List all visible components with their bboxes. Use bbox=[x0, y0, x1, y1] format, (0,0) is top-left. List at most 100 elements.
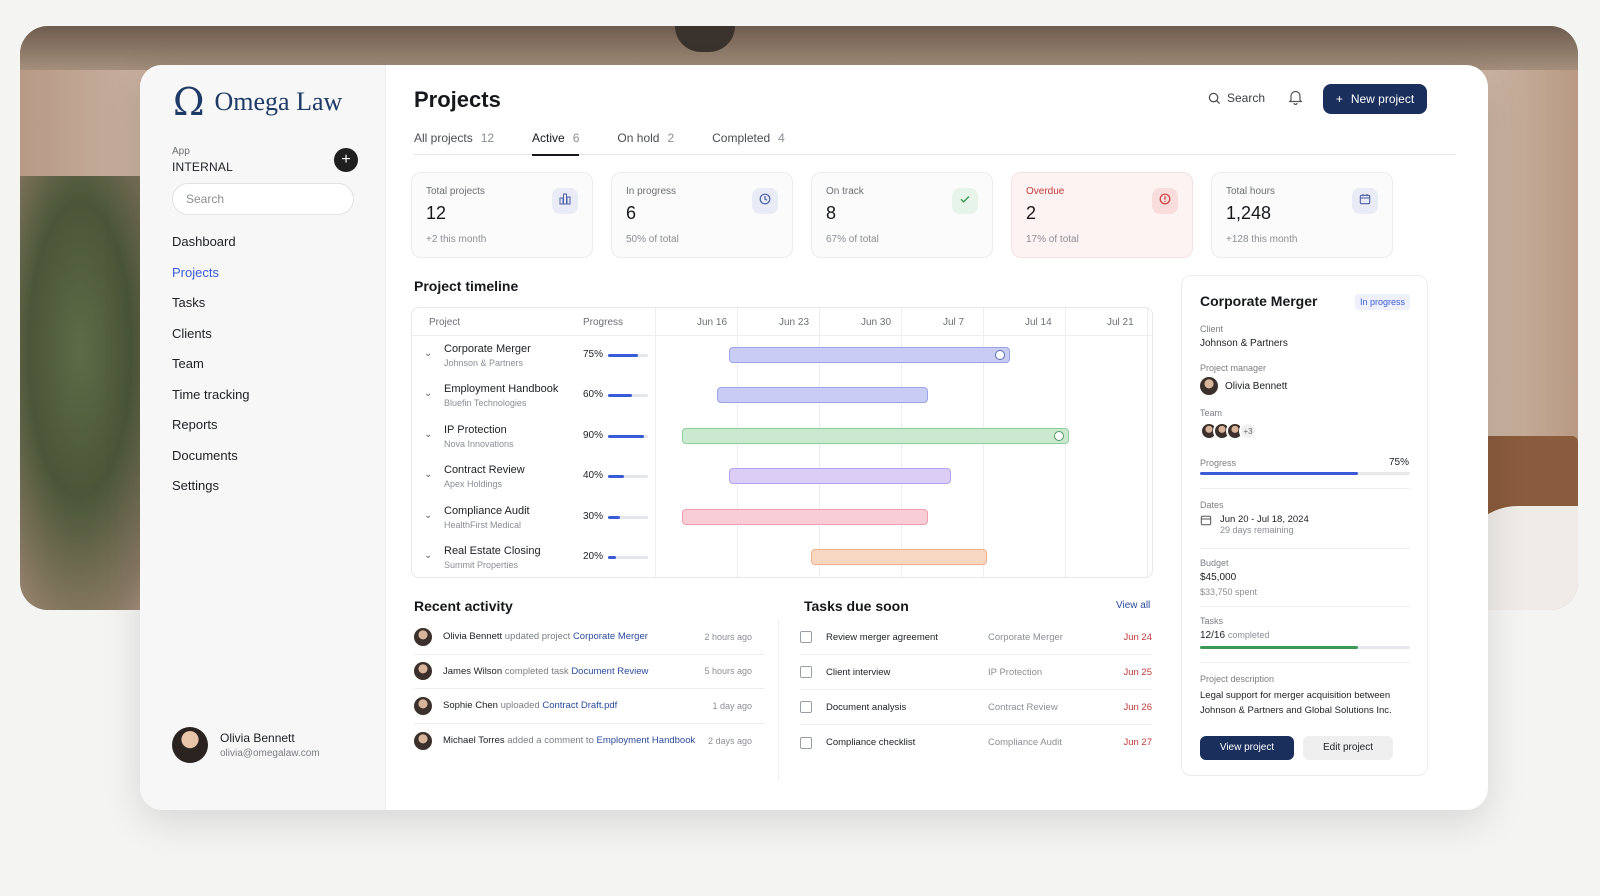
sidebar-item-tasks[interactable]: Tasks bbox=[172, 294, 250, 325]
sidebar-item-reports[interactable]: Reports bbox=[172, 416, 250, 447]
timeline-bar-handle[interactable] bbox=[994, 350, 1005, 360]
app-name[interactable]: INTERNAL bbox=[172, 160, 233, 174]
activity-verb: updated project bbox=[504, 631, 571, 643]
recent-activity-list: Olivia Bennett updated project Corporate… bbox=[414, 620, 764, 758]
tab-completed[interactable]: Completed 4 bbox=[712, 129, 785, 155]
timeline-row[interactable]: ⌄ Employment Handbook Bluefin Technologies… bbox=[412, 376, 655, 416]
logo-text: Omega Law bbox=[214, 87, 343, 116]
activity-item[interactable]: Olivia Bennett updated project Corporate… bbox=[414, 620, 764, 655]
view-project-button[interactable]: View project bbox=[1200, 736, 1294, 760]
activity-item[interactable]: Michael Torres added a comment to Employ… bbox=[414, 724, 764, 759]
sidebar-item-documents[interactable]: Documents bbox=[172, 447, 250, 478]
tab-label: Active bbox=[532, 131, 565, 145]
avatar bbox=[414, 627, 432, 646]
task-checkbox[interactable] bbox=[800, 666, 812, 678]
detail-pm[interactable]: Olivia Bennett bbox=[1200, 377, 1287, 395]
logo[interactable]: Ω Omega Law bbox=[173, 83, 342, 121]
timeline-row[interactable]: ⌄ Compliance Audit HealthFirst Medical 30% bbox=[412, 498, 655, 538]
team-avatars[interactable]: +3 bbox=[1200, 422, 1257, 440]
timeline-week-label: Jun 23 bbox=[779, 317, 810, 328]
new-project-button[interactable]: + New project bbox=[1323, 84, 1427, 114]
timeline-project-client: Summit Properties bbox=[444, 560, 519, 570]
sidebar-nav: Dashboard Projects Tasks Clients Team Ti… bbox=[172, 233, 250, 508]
tab-active[interactable]: Active 6 bbox=[532, 129, 580, 156]
tab-all-projects[interactable]: All projects 12 bbox=[414, 129, 494, 155]
section-divider bbox=[778, 620, 779, 780]
timeline-progress-value: 30% bbox=[583, 510, 604, 522]
timeline-project-name: Real Estate Closing bbox=[444, 545, 541, 557]
sidebar-item-team[interactable]: Team bbox=[172, 355, 250, 386]
stat-card-in-progress[interactable]: In progress 6 50% of total bbox=[611, 172, 793, 258]
tab-on-hold[interactable]: On hold 2 bbox=[617, 129, 674, 155]
timeline-bar[interactable] bbox=[728, 347, 1010, 363]
sidebar-search-input[interactable]: Search bbox=[172, 183, 354, 215]
timeline-project-name: Corporate Merger bbox=[444, 343, 531, 355]
activity-time: 1 day ago bbox=[712, 700, 752, 711]
timeline-bar[interactable] bbox=[717, 387, 928, 404]
timeline-progress-fill bbox=[608, 434, 644, 438]
task-checkbox[interactable] bbox=[800, 736, 812, 749]
timeline-progress-fill bbox=[608, 515, 620, 519]
timeline-bar-handle[interactable] bbox=[1053, 430, 1064, 441]
timeline-bar[interactable] bbox=[682, 508, 928, 525]
sidebar-item-clients[interactable]: Clients bbox=[172, 325, 250, 356]
activity-text: James Wilson completed task Document Rev… bbox=[443, 666, 648, 677]
detail-tasks-label: Tasks bbox=[1200, 616, 1224, 626]
activity-item[interactable]: Sophie Chen uploaded Contract Draft.pdf … bbox=[414, 689, 764, 724]
bell-icon[interactable] bbox=[1288, 89, 1303, 109]
sidebar-item-dashboard[interactable]: Dashboard bbox=[172, 233, 250, 264]
task-item[interactable]: Review merger agreement Corporate Merger… bbox=[800, 620, 1152, 655]
timeline-row[interactable]: ⌄ IP Protection Nova Innovations 90% bbox=[412, 417, 655, 457]
stat-card-total-projects[interactable]: Total projects 12 +2 this month bbox=[411, 172, 593, 258]
chevron-down-icon[interactable]: ⌄ bbox=[424, 469, 432, 480]
chevron-down-icon[interactable]: ⌄ bbox=[424, 388, 432, 399]
activity-item[interactable]: James Wilson completed task Document Rev… bbox=[414, 655, 764, 689]
timeline-row[interactable]: ⌄ Real Estate Closing Summit Properties 20% bbox=[412, 538, 655, 577]
activity-link[interactable]: Contract Draft.pdf bbox=[542, 700, 617, 711]
chevron-down-icon[interactable]: ⌄ bbox=[424, 429, 432, 440]
activity-link[interactable]: Document Review bbox=[571, 666, 648, 677]
view-all-link[interactable]: View all bbox=[1116, 600, 1150, 611]
omega-logo-icon: Ω bbox=[173, 80, 205, 124]
task-checkbox[interactable] bbox=[800, 701, 812, 713]
user-avatar bbox=[172, 727, 208, 763]
stat-card-on-track[interactable]: On track 8 67% of total bbox=[811, 172, 993, 258]
timeline-bar[interactable] bbox=[728, 468, 952, 485]
timeline-row[interactable]: ⌄ Contract Review Apex Holdings 40% bbox=[412, 457, 655, 497]
activity-link[interactable]: Corporate Merger bbox=[573, 631, 648, 642]
sidebar-item-projects[interactable]: Projects bbox=[172, 264, 250, 295]
user-profile[interactable]: Olivia Bennett olivia@omegalaw.com bbox=[172, 727, 320, 763]
activity-user: Sophie Chen bbox=[443, 700, 498, 712]
background-beam bbox=[20, 26, 1578, 70]
timeline-bar[interactable] bbox=[810, 549, 987, 565]
stat-card-overdue[interactable]: Overdue 2 17% of total bbox=[1011, 172, 1193, 258]
activity-verb: uploaded bbox=[500, 700, 540, 712]
activity-link[interactable]: Employment Handbook bbox=[597, 735, 696, 746]
divider bbox=[1200, 548, 1410, 549]
chevron-down-icon[interactable]: ⌄ bbox=[424, 550, 432, 561]
timeline-project-name: IP Protection bbox=[444, 423, 507, 436]
timeline-project-client: HealthFirst Medical bbox=[444, 519, 522, 530]
edit-project-button[interactable]: Edit project bbox=[1303, 736, 1393, 760]
timeline-bar[interactable] bbox=[682, 427, 1069, 444]
plus-icon: + bbox=[1335, 92, 1343, 106]
project-timeline: Project Progress Jun 16 Jun 23 Jun 30 Jul 7… bbox=[411, 307, 1153, 578]
activity-user: Olivia Bennett bbox=[443, 631, 503, 643]
timeline-gridline bbox=[1147, 308, 1148, 577]
chevron-down-icon[interactable]: ⌄ bbox=[424, 510, 432, 521]
divider bbox=[1200, 662, 1410, 663]
sidebar-item-settings[interactable]: Settings bbox=[172, 477, 250, 508]
task-item[interactable]: Document analysis Contract Review Jun 26 bbox=[800, 690, 1152, 725]
task-item[interactable]: Client interview IP Protection Jun 25 bbox=[800, 655, 1152, 690]
sidebar-item-time-tracking[interactable]: Time tracking bbox=[172, 386, 250, 417]
timeline-week-label: Jul 7 bbox=[943, 317, 965, 328]
timeline-row[interactable]: ⌄ Corporate Merger Johnson & Partners 75% bbox=[412, 336, 655, 376]
chevron-down-icon[interactable]: ⌄ bbox=[424, 348, 432, 359]
task-checkbox[interactable] bbox=[800, 631, 812, 643]
task-project: IP Protection bbox=[988, 666, 1043, 678]
add-button[interactable]: + bbox=[334, 148, 358, 172]
detail-budget: $45,000 bbox=[1200, 572, 1237, 583]
task-item[interactable]: Compliance checklist Compliance Audit Ju… bbox=[800, 725, 1152, 760]
stat-card-total-hours[interactable]: Total hours 1,248 +128 this month bbox=[1211, 172, 1393, 258]
header-search-button[interactable]: Search bbox=[1208, 91, 1265, 105]
